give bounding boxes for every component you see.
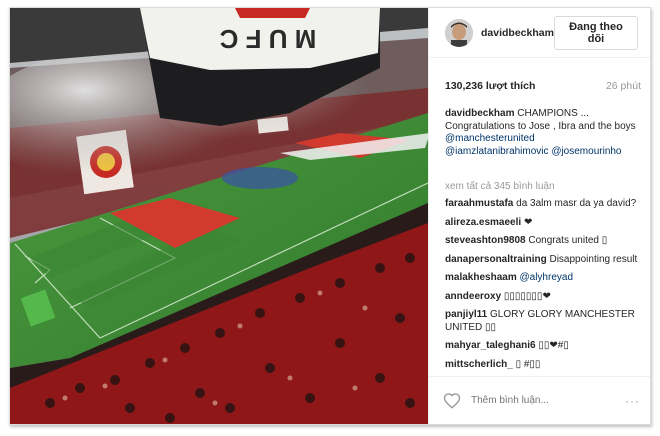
avatar[interactable]	[445, 18, 473, 47]
comment-username[interactable]: faraahmustafa	[445, 198, 513, 209]
post-photo[interactable]: M U F C	[10, 8, 428, 424]
comment-username[interactable]: panjiyl11	[445, 309, 487, 320]
comment: faraahmustafa da 3alm masr da ya david?	[445, 198, 641, 211]
mention-link[interactable]: @josemourinho	[551, 146, 621, 157]
comment-username[interactable]: mahyar_taleghani6	[445, 340, 536, 351]
mention-link[interactable]: @alyhreyad	[520, 272, 574, 283]
comment-text: ❤	[521, 216, 533, 228]
post-details-panel: davidbeckham Đang theo dõi 130,236 lượt …	[428, 8, 650, 424]
comment-username[interactable]: danapersonaltraining	[445, 254, 547, 265]
comment-username[interactable]: alireza.esmaeeli	[445, 217, 521, 228]
heart-icon[interactable]	[443, 392, 461, 410]
comment-username[interactable]: mittscherlich_	[445, 359, 513, 370]
following-button[interactable]: Đang theo dõi	[553, 15, 638, 50]
comment: malakheshaam @alyhreyad	[445, 272, 641, 285]
comment-username[interactable]: malakheshaam	[445, 272, 517, 283]
comment: mahyar_taleghani6 ▯▯❤#▯	[445, 340, 641, 353]
instagram-post: M U F C davidbeckham Đang theo dõi 130,2…	[9, 7, 651, 425]
comment: steveashton9808 Congrats united ▯	[445, 235, 641, 248]
username[interactable]: davidbeckham	[481, 27, 554, 39]
mention-link[interactable]: @iamzlatanibrahimovic	[445, 146, 549, 157]
comment-text: Disappointing result	[546, 253, 638, 265]
comment: mittscherlich_ ▯ #▯▯	[445, 359, 641, 372]
stadium-photo: M U F C	[10, 8, 428, 424]
comment-username[interactable]: anndeeroxy	[445, 291, 501, 302]
flag-text: M U F C	[219, 24, 316, 54]
comment-text: ▯ #▯▯	[512, 358, 541, 370]
post-time[interactable]: 26 phút	[606, 80, 641, 92]
comment-text: da 3alm masr da ya david?	[513, 198, 637, 209]
post-stats: 130,236 lượt thích 26 phút	[429, 58, 650, 92]
comment-text: ▯▯▯▯▯▯▯❤	[501, 290, 551, 302]
comment: anndeeroxy ▯▯▯▯▯▯▯❤	[445, 291, 641, 304]
comment-text: Congrats united ▯	[525, 235, 608, 246]
likes-count[interactable]: 130,236 lượt thích	[445, 80, 535, 92]
post-header: davidbeckham Đang theo dõi	[429, 8, 650, 58]
caption: davidbeckham CHAMPIONS ... Congratulatio…	[445, 108, 641, 171]
comment: alireza.esmaeeli ❤	[445, 217, 641, 230]
more-options-icon[interactable]: ···	[625, 394, 640, 408]
view-all-comments-link[interactable]: xem tất cả 345 bình luận	[445, 181, 641, 194]
comment-username[interactable]: steveashton9808	[445, 235, 526, 246]
add-comment-input[interactable]	[471, 395, 625, 406]
comment: panjiyl11 GLORY GLORY MANCHESTER UNITED …	[445, 309, 641, 334]
mention-link[interactable]: @manchesterunited	[445, 133, 535, 144]
caption-username[interactable]: davidbeckham	[445, 108, 514, 119]
comment: danapersonaltraining Disappointing resul…	[445, 254, 641, 267]
comments-section: davidbeckham CHAMPIONS ... Congratulatio…	[429, 92, 650, 377]
caption-emoji: ᅟᅟ	[445, 158, 464, 169]
comment-footer: ···	[429, 376, 650, 424]
comment-text: ▯▯❤#▯	[535, 340, 569, 351]
